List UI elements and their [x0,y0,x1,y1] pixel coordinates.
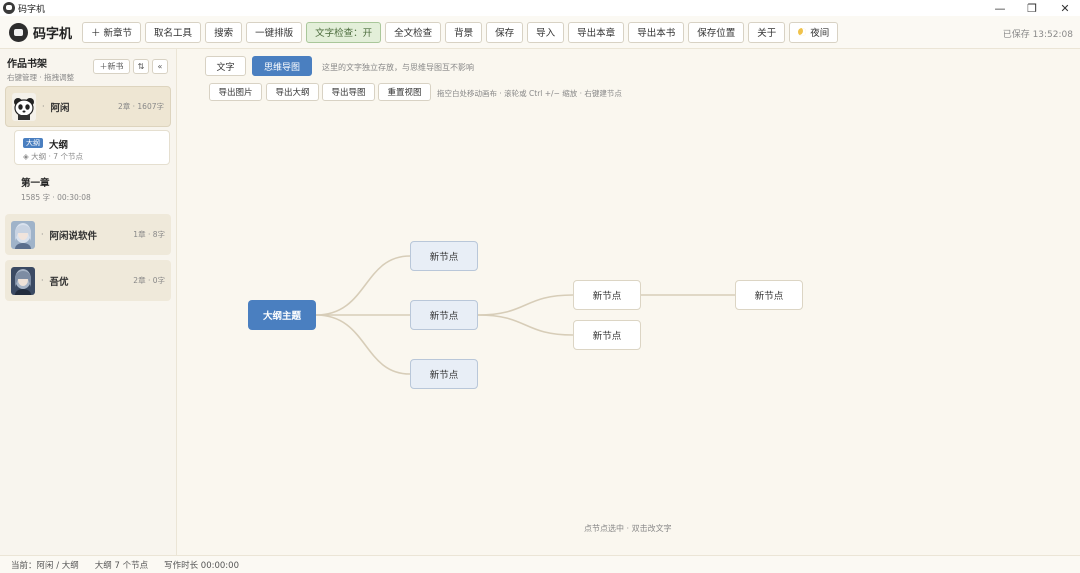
book-meta: 1章 · 8字 [133,230,165,239]
book-meta: 2章 · 1607字 [117,102,164,111]
export-chapter-button[interactable]: 导出本章 [568,21,625,43]
outline-item[interactable]: 大纲 大纲 ◈ 大纲 · 7 个节点 [14,130,170,165]
brand-name: 码字机 [33,26,73,42]
sort-icon[interactable]: ⇅ [133,59,149,74]
sidebar-title: 作品书架 [7,59,47,70]
book-item-axian-software[interactable]: · 阿闲说软件 1章 · 8字 [5,214,171,255]
restore-icon[interactable]: ❐ [1015,0,1049,16]
brand: 码字机 [9,22,73,42]
book-item-wuyou[interactable]: · 吾优 2章 · 0字 [5,260,171,301]
full-check-button[interactable]: 全文检查 [385,21,442,43]
connector-root-branch-1 [315,255,411,316]
status-node-count: 大纲 7 个节点 [94,560,149,571]
book-meta: 2章 · 0字 [133,276,165,285]
book-item-axian[interactable]: · 阿闲 2章 · 1607字 [5,86,171,127]
app-icon [3,2,15,14]
outline-badge: 大纲 [23,138,43,148]
book-name: 阿闲 [50,102,70,114]
connector-root-branch-3 [315,314,411,375]
book-dot: · [41,230,44,239]
status-bar: 当前：阿闲 / 大纲 大纲 7 个节点 写作时长 00:00:00 [0,555,1080,573]
outline-name: 大纲 [49,140,69,151]
main-toolbar: 码字机 ＋ 新章节 取名工具 搜索 一键排版 文字检查：开 全文检查 背景 保存… [0,16,1080,49]
mindmap-node[interactable]: 新节点 [410,241,478,271]
mindmap-panel: 文字 思维导图 这里的文字独立存放，与思维导图互不影响 导出图片 导出大纲 导出… [178,49,1080,555]
new-chapter-button[interactable]: ＋ 新章节 [82,21,142,43]
mindmap-node[interactable]: 新节点 [573,280,641,310]
one-key-layout-button[interactable]: 一键排版 [246,21,303,43]
save-button[interactable]: 保存 [486,21,524,43]
window-title: 码字机 [18,4,46,15]
book-name: 阿闲说软件 [49,230,98,242]
search-button[interactable]: 搜索 [205,21,243,43]
export-book-button[interactable]: 导出本书 [628,21,685,43]
bookshelf-sidebar: 作品书架 右键管理 · 拖拽调整 ＋新书 ⇅ « · 阿闲 2章 · 1607字… [0,49,177,555]
saved-status: 已保存 13:52:08 [1002,30,1073,40]
minimize-icon[interactable]: — [983,0,1017,16]
status-current: 当前：阿闲 / 大纲 [11,560,79,571]
mindmap-root-node[interactable]: 大纲主题 [248,300,316,330]
save-location-button[interactable]: 保存位置 [688,21,745,43]
mindmap-node[interactable]: 新节点 [410,359,478,389]
mindmap-node[interactable]: 新节点 [410,300,478,330]
book-name: 吾优 [49,276,69,288]
anime-avatar-dark [11,266,35,295]
new-book-button[interactable]: ＋新书 [93,59,130,74]
typewriter-logo-icon [9,22,28,42]
mindmap-node[interactable]: 新节点 [735,280,803,310]
about-button[interactable]: 关于 [748,21,786,43]
window-titlebar: 码字机 — ❐ ✕ [0,0,1080,16]
background-button[interactable]: 背景 [445,21,483,43]
sidebar-hint: 右键管理 · 拖拽调整 [7,73,75,82]
sidebar-header: 作品书架 右键管理 · 拖拽调整 [7,55,74,83]
chapter-item[interactable]: 第一章 1585 字 · 00:30:08 [21,175,91,203]
naming-tool-button[interactable]: 取名工具 [145,21,202,43]
anime-avatar-blue [11,220,35,249]
moon-icon [798,28,807,36]
chapter-meta: 1585 字 · 00:30:08 [21,193,91,202]
connector-branch-2-leaf-1 [477,294,574,316]
status-writing-time: 写作时长 00:00:00 [164,560,239,571]
canvas-hint: 点节点选中 · 双击改文字 [584,524,672,533]
collapse-sidebar-icon[interactable]: « [152,59,168,74]
text-check-toggle[interactable]: 文字检查：开 [306,21,382,43]
connector-branch-2-leaf-2 [477,314,574,336]
outline-sub: ◈ 大纲 · 7 个节点 [23,152,83,161]
panda-avatar [12,92,36,121]
book-dot: · [42,102,45,111]
mindmap-node[interactable]: 新节点 [573,320,641,350]
night-mode-button[interactable]: 夜间 [789,21,839,43]
chapter-name: 第一章 [21,178,50,189]
night-mode-label: 夜间 [810,28,830,39]
import-button[interactable]: 导入 [527,21,565,43]
close-icon[interactable]: ✕ [1048,0,1080,16]
book-dot: · [41,276,44,285]
